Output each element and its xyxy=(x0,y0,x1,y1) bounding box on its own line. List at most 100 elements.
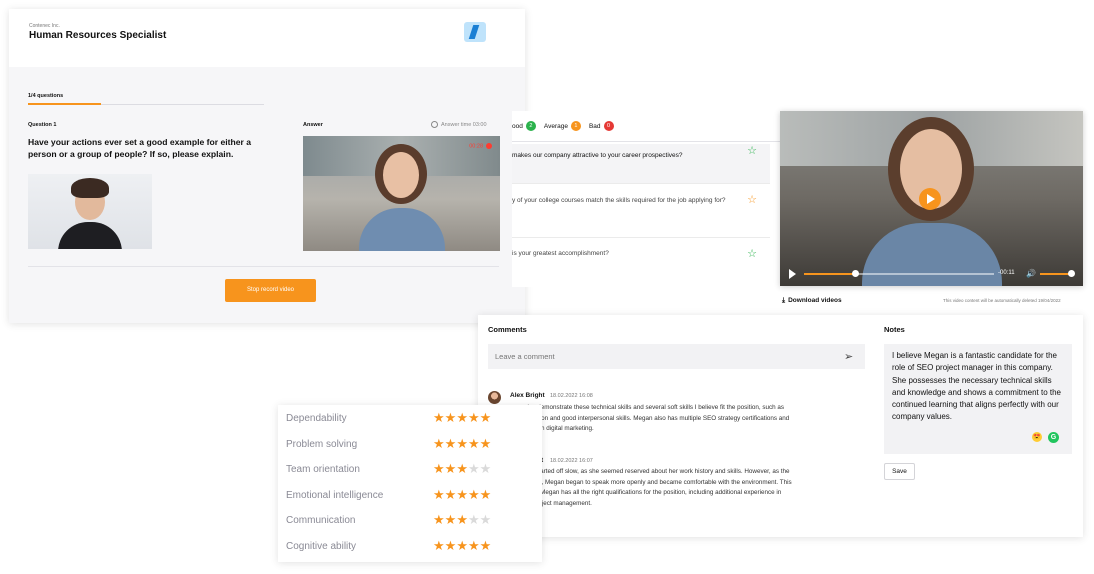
comment-author: Alex Bright xyxy=(510,392,545,399)
star-empty-icon[interactable]: ★ xyxy=(468,461,480,476)
star-icon[interactable]: ☆ xyxy=(747,195,757,206)
question-row-text: is your greatest accomplishment? xyxy=(512,250,609,257)
star-filled-icon[interactable]: ★ xyxy=(445,487,457,502)
star-filled-icon[interactable]: ★ xyxy=(445,512,457,527)
star-empty-icon[interactable]: ★ xyxy=(480,461,492,476)
question-row[interactable]: is your greatest accomplishment? ☆ xyxy=(512,247,770,269)
skill-name: Cognitive ability xyxy=(286,541,357,552)
emoji-icon[interactable]: 😍 xyxy=(1032,432,1042,442)
play-control-icon[interactable] xyxy=(789,269,796,279)
star-rating[interactable]: ★★★★★ xyxy=(433,410,491,426)
star-filled-icon[interactable]: ★ xyxy=(445,461,457,476)
star-empty-icon[interactable]: ★ xyxy=(480,512,492,527)
recording-time: 00:28 xyxy=(469,143,483,150)
comments-title: Comments xyxy=(488,325,527,334)
stop-record-button[interactable]: Stop record video xyxy=(225,279,316,302)
star-filled-icon[interactable]: ★ xyxy=(480,487,492,502)
star-filled-icon[interactable]: ★ xyxy=(468,538,480,553)
question-panel: 1/4 questions Question 1 Have your actio… xyxy=(9,67,525,323)
star-filled-icon[interactable]: ★ xyxy=(456,461,468,476)
comment-line: ent and project management. xyxy=(510,499,592,507)
star-filled-icon[interactable]: ★ xyxy=(468,487,480,502)
answer-video[interactable]: 00:28 xyxy=(303,136,500,251)
answer-label: Answer xyxy=(303,122,323,128)
recording-indicator: 00:28 xyxy=(469,143,492,149)
download-label: Download videos xyxy=(788,297,842,304)
star-filled-icon[interactable]: ★ xyxy=(456,410,468,425)
comment-line: r's degree in digital marketing. xyxy=(510,425,594,432)
legend-bad-label: Bad xyxy=(588,122,601,130)
star-rating[interactable]: ★★★★★ xyxy=(433,512,491,528)
interview-header: Contenec Inc. Human Resources Specialist xyxy=(9,9,525,67)
legend-good-label: ood xyxy=(512,122,523,130)
comment-input[interactable] xyxy=(488,344,865,369)
comment-text: ous roles demonstrate these technical sk… xyxy=(510,403,872,435)
comments-notes-panel: Comments ➢ Alex Bright 18.02.2022 16:08 … xyxy=(478,315,1083,537)
bad-count-badge: 0 xyxy=(603,121,614,131)
star-filled-icon[interactable]: ★ xyxy=(468,436,480,451)
answer-time: Answer time 03:00 xyxy=(431,121,487,128)
skills-rating-card: Dependability ★★★★★ Problem solving ★★★★… xyxy=(278,405,542,562)
star-filled-icon[interactable]: ★ xyxy=(433,461,445,476)
interviewer-hair xyxy=(71,178,109,198)
skill-name: Problem solving xyxy=(286,439,358,450)
candidate-body xyxy=(359,208,445,251)
star-filled-icon[interactable]: ★ xyxy=(456,487,468,502)
star-filled-icon[interactable]: ★ xyxy=(456,436,468,451)
video-person-body xyxy=(862,223,1002,286)
question-row[interactable]: makes our company attractive to your car… xyxy=(512,144,770,184)
star-rating[interactable]: ★★★★★ xyxy=(433,487,491,503)
volume-handle[interactable] xyxy=(1068,270,1075,277)
star-filled-icon[interactable]: ★ xyxy=(480,436,492,451)
star-filled-icon[interactable]: ★ xyxy=(445,436,457,451)
legend-average-label: Average xyxy=(543,122,568,130)
question-ratings-panel: ood 2 Average 1 Bad 0 makes our company attra… xyxy=(512,111,780,287)
star-filled-icon[interactable]: ★ xyxy=(433,512,445,527)
star-rating[interactable]: ★★★★★ xyxy=(433,538,491,554)
star-icon[interactable]: ☆ xyxy=(747,249,757,260)
deletion-notice: This video content will be automatically… xyxy=(943,298,1061,303)
comment-line: determination and good interpersonal ski… xyxy=(510,414,790,422)
question-label: Question 1 xyxy=(28,122,57,128)
download-videos-link[interactable]: ⤓ Download videos xyxy=(782,297,842,305)
star-rating[interactable]: ★★★★★ xyxy=(433,436,491,452)
star-filled-icon[interactable]: ★ xyxy=(433,487,445,502)
question-text: Have your actions ever set a good exampl… xyxy=(28,137,252,159)
record-dot-icon xyxy=(486,143,492,149)
skill-name: Emotional intelligence xyxy=(286,490,384,501)
volume-icon[interactable]: 🔊 xyxy=(1026,269,1036,278)
star-empty-icon[interactable]: ★ xyxy=(468,512,480,527)
legend-divider xyxy=(512,141,780,142)
star-filled-icon[interactable]: ★ xyxy=(480,410,492,425)
interviewer-video[interactable] xyxy=(28,174,152,249)
question-row[interactable]: y of your college courses match the skil… xyxy=(512,193,770,238)
star-filled-icon[interactable]: ★ xyxy=(445,410,457,425)
clock-icon xyxy=(431,121,438,128)
star-filled-icon[interactable]: ★ xyxy=(445,538,457,553)
play-icon[interactable] xyxy=(919,188,941,210)
notes-title: Notes xyxy=(884,325,905,334)
avatar xyxy=(488,391,501,404)
job-title: Human Resources Specialist xyxy=(29,30,167,41)
seek-handle[interactable] xyxy=(852,270,859,277)
grammarly-icon[interactable]: G xyxy=(1048,432,1059,443)
star-filled-icon[interactable]: ★ xyxy=(456,512,468,527)
star-filled-icon[interactable]: ★ xyxy=(433,538,445,553)
comment-text: nterview started off slow, as she seemed… xyxy=(510,467,872,509)
star-filled-icon[interactable]: ★ xyxy=(433,436,445,451)
brand-logo xyxy=(464,22,486,42)
save-button[interactable]: Save xyxy=(884,463,915,480)
notes-textarea[interactable]: I believe Megan is a fantastic candidate… xyxy=(884,344,1072,454)
divider xyxy=(28,266,499,267)
star-icon[interactable]: ☆ xyxy=(747,146,757,157)
send-icon[interactable]: ➢ xyxy=(844,350,853,363)
star-filled-icon[interactable]: ★ xyxy=(480,538,492,553)
star-rating[interactable]: ★★★★★ xyxy=(433,461,491,477)
question-progress-fill xyxy=(28,103,101,105)
interviewer-body xyxy=(58,222,122,249)
video-player[interactable]: -00:11 🔊 xyxy=(780,111,1083,286)
star-filled-icon[interactable]: ★ xyxy=(468,410,480,425)
comment-time: 18.02.2022 16:08 xyxy=(550,393,593,399)
star-filled-icon[interactable]: ★ xyxy=(433,410,445,425)
star-filled-icon[interactable]: ★ xyxy=(456,538,468,553)
